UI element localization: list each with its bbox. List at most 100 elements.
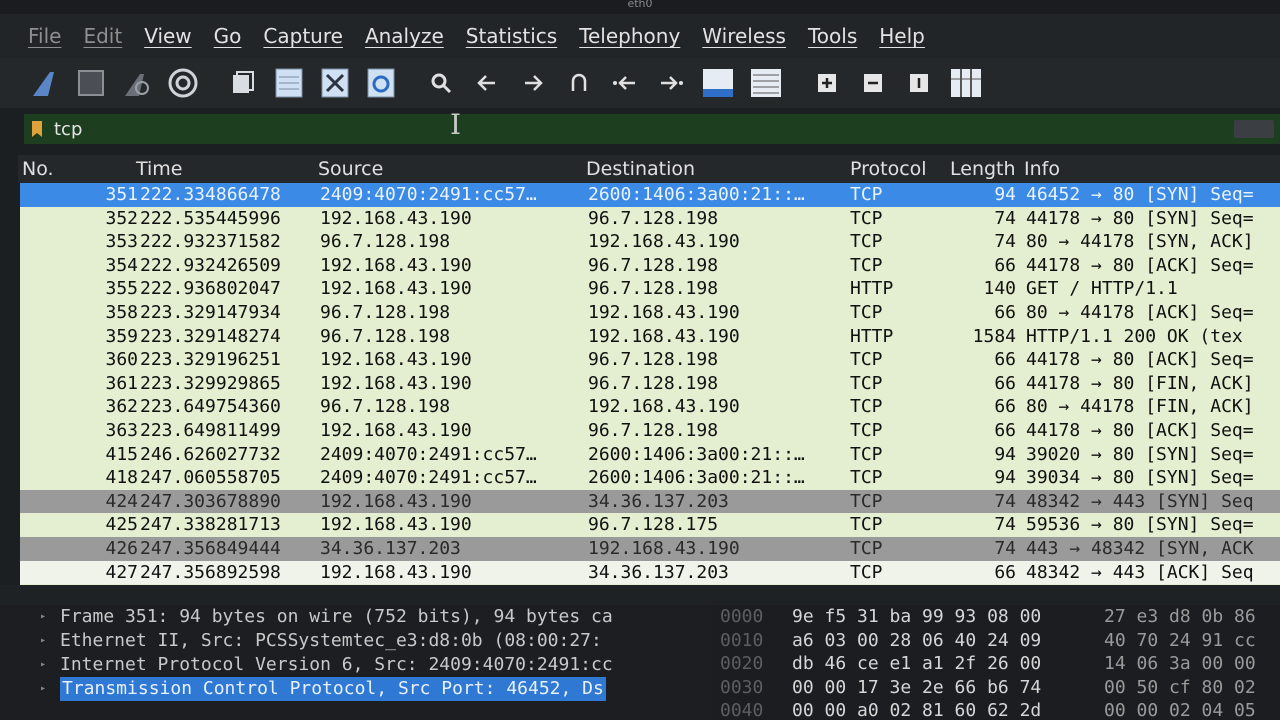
go-to-packet-icon[interactable] xyxy=(562,66,596,100)
detail-tree-item[interactable]: ▸ Ethernet II, Src: PCSSystemtec_e3:d8:0b… xyxy=(0,629,710,653)
packet-no: 427 xyxy=(105,561,138,583)
forward-arrow-icon[interactable] xyxy=(516,66,550,100)
packet-row[interactable]: 425 247.338281713 192.168.43.190 96.7.128.1… xyxy=(20,513,1280,537)
packet-row[interactable]: 418 247.060558705 2409:4070:2491:cc57… 2600… xyxy=(20,466,1280,490)
column-length[interactable]: Length xyxy=(950,158,1016,180)
packet-row[interactable]: 355 222.936802047 192.168.43.190 96.7.128.1… xyxy=(20,277,1280,301)
zoom-out-icon[interactable] xyxy=(856,66,890,100)
packet-protocol: TCP xyxy=(850,537,883,559)
hex-dump-line[interactable]: 0010 a6 03 00 28 06 40 24 09 40 70 24 91 c… xyxy=(712,629,1280,653)
open-file-icon[interactable] xyxy=(226,66,260,100)
packet-protocol: TCP xyxy=(850,561,883,583)
hex-dump-line[interactable]: 0020 db 46 ce e1 a1 2f 26 00 14 06 3a 00 0… xyxy=(712,652,1280,676)
back-arrow-icon[interactable] xyxy=(470,66,504,100)
restart-icon[interactable] xyxy=(120,66,154,100)
column-protocol[interactable]: Protocol xyxy=(850,158,927,180)
hex-dump-line[interactable]: 0030 00 00 17 3e 2e 66 b6 74 00 50 cf 80 0… xyxy=(712,676,1280,700)
packet-row[interactable]: 427 247.356892598 192.168.43.190 34.36.137.… xyxy=(20,560,1280,585)
packet-row[interactable]: 359 223.329148274 96.7.128.198 192.168.43.1… xyxy=(20,324,1280,349)
menu-capture[interactable]: Capture xyxy=(263,24,343,48)
packet-row[interactable]: 352 222.535445996 192.168.43.190 96.7.128.1… xyxy=(20,206,1280,231)
autoscroll-icon[interactable] xyxy=(700,66,736,100)
packet-row[interactable]: 351 222.334866478 2409:4070:2491:cc57… 2600… xyxy=(20,183,1280,207)
packet-time: 247.338281713 xyxy=(140,514,281,536)
packet-length: 94 xyxy=(994,467,1016,489)
hex-dump-line[interactable]: 0000 9e f5 31 ba 99 93 08 00 27 e3 d8 0b 8… xyxy=(712,605,1280,629)
packet-row[interactable]: 358 223.329147934 96.7.128.198 192.168.43.1… xyxy=(20,300,1280,325)
packet-row[interactable]: 354 222.932426509 192.168.43.190 96.7.128.1… xyxy=(20,253,1280,278)
reload-icon[interactable] xyxy=(364,66,398,100)
bookmark-icon[interactable] xyxy=(32,121,42,137)
menu-file[interactable]: File xyxy=(28,24,61,48)
detail-tree-item[interactable]: ▸ Transmission Control Protocol, Src Port… xyxy=(0,677,710,701)
packet-row[interactable]: 363 223.649811499 192.168.43.190 96.7.128.1… xyxy=(20,418,1280,443)
column-time[interactable]: Time xyxy=(136,158,183,180)
packet-protocol: TCP xyxy=(850,396,883,418)
packet-time: 222.932426509 xyxy=(140,254,281,276)
close-file-icon[interactable] xyxy=(318,66,352,100)
packet-info: 44178 → 80 [FIN, ACK] xyxy=(1026,372,1254,394)
packet-row[interactable]: 415 246.626027732 2409:4070:2491:cc57… 2600… xyxy=(20,442,1280,467)
packet-destination: 2600:1406:3a00:21::… xyxy=(588,443,805,465)
packet-destination: 96.7.128.198 xyxy=(588,349,719,371)
hex-dump-line[interactable]: 0040 00 00 a0 02 81 60 62 2d 00 00 02 04 0… xyxy=(712,699,1280,720)
packet-info: HTTP/1.1 200 OK (tex xyxy=(1026,325,1243,347)
packet-row[interactable]: 426 247.356849444 34.36.137.203 192.168.43.… xyxy=(20,536,1280,561)
packet-row[interactable]: 361 223.329929865 192.168.43.190 96.7.128.1… xyxy=(20,371,1280,396)
column-info[interactable]: Info xyxy=(1024,158,1060,180)
packet-row[interactable]: 362 223.649754360 96.7.128.198 192.168.43.1… xyxy=(20,395,1280,419)
column-destination[interactable]: Destination xyxy=(586,158,695,180)
menu-analyze[interactable]: Analyze xyxy=(365,24,444,48)
packet-time: 247.303678890 xyxy=(140,490,281,512)
menu-go[interactable]: Go xyxy=(214,24,242,48)
pane-splitter[interactable] xyxy=(0,585,1280,605)
packet-time: 222.334866478 xyxy=(140,184,281,205)
menu-edit[interactable]: Edit xyxy=(83,24,122,48)
packet-time: 247.356849444 xyxy=(140,537,281,559)
shark-fin-icon[interactable] xyxy=(28,66,62,100)
packet-source: 192.168.43.190 xyxy=(320,207,472,229)
packet-row[interactable]: 360 223.329196251 192.168.43.190 96.7.128.1… xyxy=(20,348,1280,372)
packet-row[interactable]: 424 247.303678890 192.168.43.190 34.36.137.… xyxy=(20,489,1280,514)
menu-help[interactable]: Help xyxy=(879,24,925,48)
menu-wireless[interactable]: Wireless xyxy=(702,24,786,48)
packet-destination: 96.7.128.198 xyxy=(588,254,719,276)
menu-telephony[interactable]: Telephony xyxy=(579,24,680,48)
packet-row[interactable]: 353 222.932371582 96.7.128.198 192.168.43.1… xyxy=(20,230,1280,254)
packet-source: 192.168.43.190 xyxy=(320,254,472,276)
display-filter-input[interactable] xyxy=(52,117,1156,141)
menu-tools[interactable]: Tools xyxy=(808,24,857,48)
first-packet-icon[interactable] xyxy=(608,66,642,100)
column-no[interactable]: No. xyxy=(22,158,54,180)
detail-tree-item[interactable]: ▸ Frame 351: 94 bytes on wire (752 bits),… xyxy=(0,605,710,629)
hex-bytes-secondary: 14 06 3a 00 00 xyxy=(1104,653,1256,674)
expand-arrow-icon[interactable]: ▸ xyxy=(40,629,46,653)
menu-statistics[interactable]: Statistics xyxy=(466,24,557,48)
column-source[interactable]: Source xyxy=(318,158,383,180)
packet-protocol: TCP xyxy=(850,301,883,323)
packet-destination: 34.36.137.203 xyxy=(588,490,729,512)
packet-source: 34.36.137.203 xyxy=(320,537,461,559)
packet-no: 361 xyxy=(105,372,138,394)
menu-view[interactable]: View xyxy=(144,24,191,48)
expand-arrow-icon[interactable]: ▸ xyxy=(40,653,46,677)
packet-destination: 192.168.43.190 xyxy=(588,325,740,347)
resize-columns-icon[interactable] xyxy=(948,66,984,100)
zoom-in-icon[interactable] xyxy=(810,66,844,100)
detail-tree-item[interactable]: ▸ Internet Protocol Version 6, Src: 2409:… xyxy=(0,653,710,677)
save-file-icon[interactable] xyxy=(272,66,306,100)
packet-protocol: TCP xyxy=(850,443,883,465)
packet-length: 66 xyxy=(994,561,1016,583)
colorize-icon[interactable] xyxy=(748,66,784,100)
search-icon[interactable] xyxy=(424,66,458,100)
normal-size-icon[interactable] xyxy=(902,66,936,100)
packet-list-header: No. Time Source Destination Protocol Len… xyxy=(18,155,1280,183)
filter-apply-button[interactable] xyxy=(1234,120,1274,138)
packet-destination: 96.7.128.198 xyxy=(588,207,719,229)
options-icon[interactable] xyxy=(166,66,200,100)
packet-destination: 2600:1406:3a00:21::… xyxy=(588,184,805,205)
stop-icon[interactable] xyxy=(74,66,108,100)
last-packet-icon[interactable] xyxy=(654,66,688,100)
expand-arrow-icon[interactable]: ▸ xyxy=(40,677,46,701)
expand-arrow-icon[interactable]: ▸ xyxy=(40,605,46,629)
